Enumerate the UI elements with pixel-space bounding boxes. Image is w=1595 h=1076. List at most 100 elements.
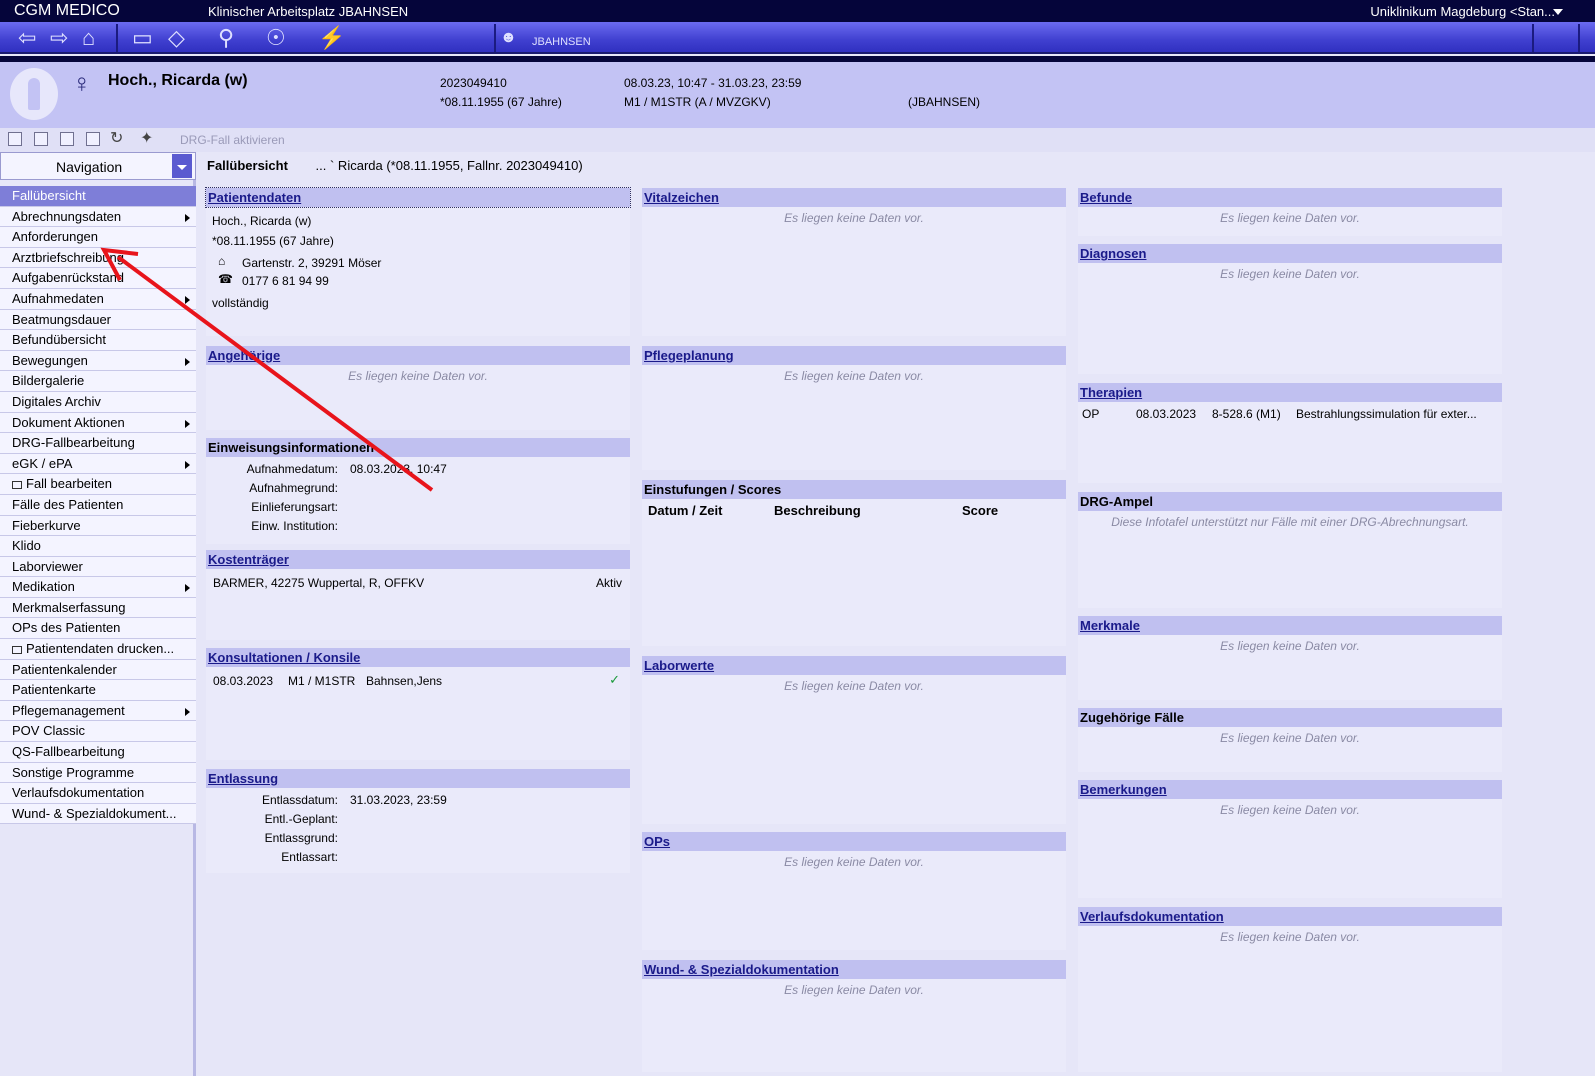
panel-title-pflegeplanung[interactable]: Pflegeplanung — [642, 346, 1066, 365]
lightning-icon[interactable]: ⚡ — [318, 26, 345, 50]
nav-item-label: Verlaufsdokumentation — [12, 785, 145, 801]
panel-ops: OPs Es liegen keine Daten vor. — [642, 832, 1066, 950]
patient-address: Gartenstr. 2, 39291 Möser — [242, 256, 382, 270]
panel-title-bemerkungen[interactable]: Bemerkungen — [1078, 780, 1502, 799]
nav-item[interactable]: Sonstige Programme — [0, 762, 196, 784]
home-icon[interactable]: ⌂ — [82, 26, 95, 50]
panel-title-patientendaten[interactable]: Patientendaten — [205, 187, 631, 208]
nav-item[interactable]: Patientenkalender — [0, 659, 196, 681]
nav-item[interactable]: Dokument Aktionen — [0, 412, 196, 434]
nav-item[interactable]: Fall bearbeiten — [0, 474, 196, 495]
back-arrow-icon[interactable]: ⇦ — [18, 26, 36, 50]
nav-item[interactable]: Abrechnungsdaten — [0, 206, 196, 228]
stay-period: 08.03.23, 10:47 - 31.03.23, 23:59 — [624, 76, 802, 90]
toolbar-separator — [116, 24, 118, 52]
panel-icon[interactable] — [34, 132, 48, 146]
nav-item[interactable]: Patientenkarte — [0, 680, 196, 701]
panel-title-angehoerige[interactable]: Angehörige — [206, 346, 630, 365]
panel-title-konsultationen[interactable]: Konsultationen / Konsile — [206, 648, 630, 667]
nav-item[interactable]: Fälle des Patienten — [0, 494, 196, 516]
checkmark-icon: ✓ — [609, 672, 620, 687]
nav-item[interactable]: Medikation — [0, 577, 196, 598]
navigation-list: Fallübersicht Abrechnungsdaten Anforderung… — [0, 186, 196, 825]
panel-title-ops[interactable]: OPs — [642, 832, 1066, 851]
nav-item[interactable]: Beatmungsdauer — [0, 309, 196, 331]
nav-item[interactable]: Fieberkurve — [0, 515, 196, 537]
layout-icon[interactable] — [8, 132, 22, 146]
panel-title-kostentraeger[interactable]: Kostenträger — [206, 550, 630, 569]
nav-item[interactable]: Aufgabenrückstand — [0, 268, 196, 289]
user-card-icon[interactable]: ☻ — [500, 26, 517, 50]
column-header-datum[interactable]: Datum / Zeit — [648, 503, 722, 518]
nav-item[interactable]: Digitales Archiv — [0, 391, 196, 413]
panel-title-diagnosen[interactable]: Diagnosen — [1078, 244, 1502, 263]
nav-item[interactable]: QS-Fallbearbeitung — [0, 742, 196, 763]
therapy-type: OP — [1082, 407, 1100, 421]
panel-diagnosen: Diagnosen Es liegen keine Daten vor. — [1078, 244, 1502, 374]
nav-item-label: Pflegemanagement — [12, 702, 125, 718]
panel-title-wund[interactable]: Wund- & Spezialdokumentation — [642, 960, 1066, 979]
nav-item-label: Bildergalerie — [12, 373, 85, 389]
sub-toolbar: ↻ ✦ DRG-Fall aktivieren — [0, 128, 1595, 152]
panel-title-einweisung: Einweisungsinformationen — [206, 438, 630, 457]
panel-pflegeplanung: Pflegeplanung Es liegen keine Daten vor. — [642, 346, 1066, 470]
submenu-arrow-icon — [185, 419, 190, 428]
column-header-score[interactable]: Score — [962, 503, 998, 518]
nav-item[interactable]: Bildergalerie — [0, 371, 196, 392]
panel-title-entlassung[interactable]: Entlassung — [206, 769, 630, 788]
drg-activate-button[interactable]: DRG-Fall aktivieren — [180, 133, 285, 147]
nav-item[interactable]: Anforderungen — [0, 227, 196, 248]
panel-title-therapien[interactable]: Therapien — [1078, 383, 1502, 402]
chevron-down-icon[interactable] — [1553, 9, 1563, 15]
refresh-icon[interactable]: ↻ — [110, 127, 123, 151]
consultation-date: 08.03.2023 — [213, 674, 274, 688]
panel-title-befunde[interactable]: Befunde — [1078, 188, 1502, 207]
submenu-arrow-icon — [185, 707, 190, 716]
patient-info-icon[interactable] — [10, 68, 58, 120]
nav-item[interactable]: Fallübersicht — [0, 186, 196, 207]
nav-item[interactable]: Patientendaten drucken... — [0, 639, 196, 660]
navigation-dropdown-button[interactable] — [172, 154, 192, 178]
nav-item-label: Laborviewer — [12, 558, 83, 574]
nav-item[interactable]: POV Classic — [0, 721, 196, 743]
nav-item[interactable]: Laborviewer — [0, 556, 196, 578]
nav-item[interactable]: Merkmalserfassung — [0, 597, 196, 619]
column-header-beschreibung[interactable]: Beschreibung — [774, 503, 861, 518]
nav-item[interactable]: Aufnahmedaten — [0, 288, 196, 310]
document-icon[interactable]: ◇ — [168, 26, 185, 50]
nav-item-label: Fieberkurve — [12, 517, 81, 533]
panel-title-vitalzeichen[interactable]: Vitalzeichen — [642, 188, 1066, 207]
nav-item[interactable]: Befundübersicht — [0, 330, 196, 351]
location-selector[interactable]: Uniklinikum Magdeburg <Stan... — [1370, 4, 1555, 19]
nav-item-label: Beatmungsdauer — [12, 311, 112, 327]
copy-icon[interactable] — [60, 132, 74, 146]
nav-item[interactable]: DRG-Fallbearbeitung — [0, 433, 196, 454]
nav-item-label: Patientendaten drucken... — [26, 641, 175, 657]
value-aufnahmedatum: 08.03.2023, 10:47 — [350, 462, 447, 476]
fullscreen-icon[interactable] — [86, 132, 100, 146]
nav-item[interactable]: Pflegemanagement — [0, 700, 196, 722]
nav-item[interactable]: eGK / ePA — [0, 453, 196, 475]
patient-admit-icon[interactable]: ☉ — [266, 26, 286, 50]
patient-phone: 0177 6 81 94 99 — [242, 274, 329, 288]
overview-header: Fallübersicht ... ` Ricarda (*08.11.1955… — [207, 158, 583, 173]
nav-item[interactable]: Bewegungen — [0, 350, 196, 372]
no-data-text: Es liegen keine Daten vor. — [784, 855, 924, 869]
panel-title-laborwerte[interactable]: Laborwerte — [642, 656, 1066, 675]
panel-title-verlauf[interactable]: Verlaufsdokumentation — [1078, 907, 1502, 926]
nav-item[interactable]: OPs des Patienten — [0, 618, 196, 640]
nav-item[interactable]: Klido — [0, 536, 196, 557]
nav-item[interactable]: Wund- & Spezialdokument... — [0, 803, 196, 825]
exit-icon[interactable]: ▭ — [132, 26, 153, 50]
nav-item[interactable]: Verlaufsdokumentation — [0, 783, 196, 804]
label-institution: Einw. Institution: — [251, 519, 338, 533]
patient-header: ♀ Hoch., Ricarda (w) 2023049410 *08.11.1… — [0, 62, 1595, 128]
wizard-icon[interactable]: ✦ — [140, 127, 153, 151]
panel-title-merkmale[interactable]: Merkmale — [1078, 616, 1502, 635]
forward-arrow-icon[interactable]: ⇨ — [50, 26, 68, 50]
app-name: CGM MEDICO — [14, 2, 120, 19]
nav-item-label: Patientenkarte — [12, 682, 96, 698]
nav-item[interactable]: Arztbriefschreibung — [0, 247, 196, 269]
panel-kostentraeger: Kostenträger BARMER, 42275 Wuppertal, R,… — [206, 550, 630, 640]
search-icon[interactable]: ⚲ — [218, 26, 234, 50]
